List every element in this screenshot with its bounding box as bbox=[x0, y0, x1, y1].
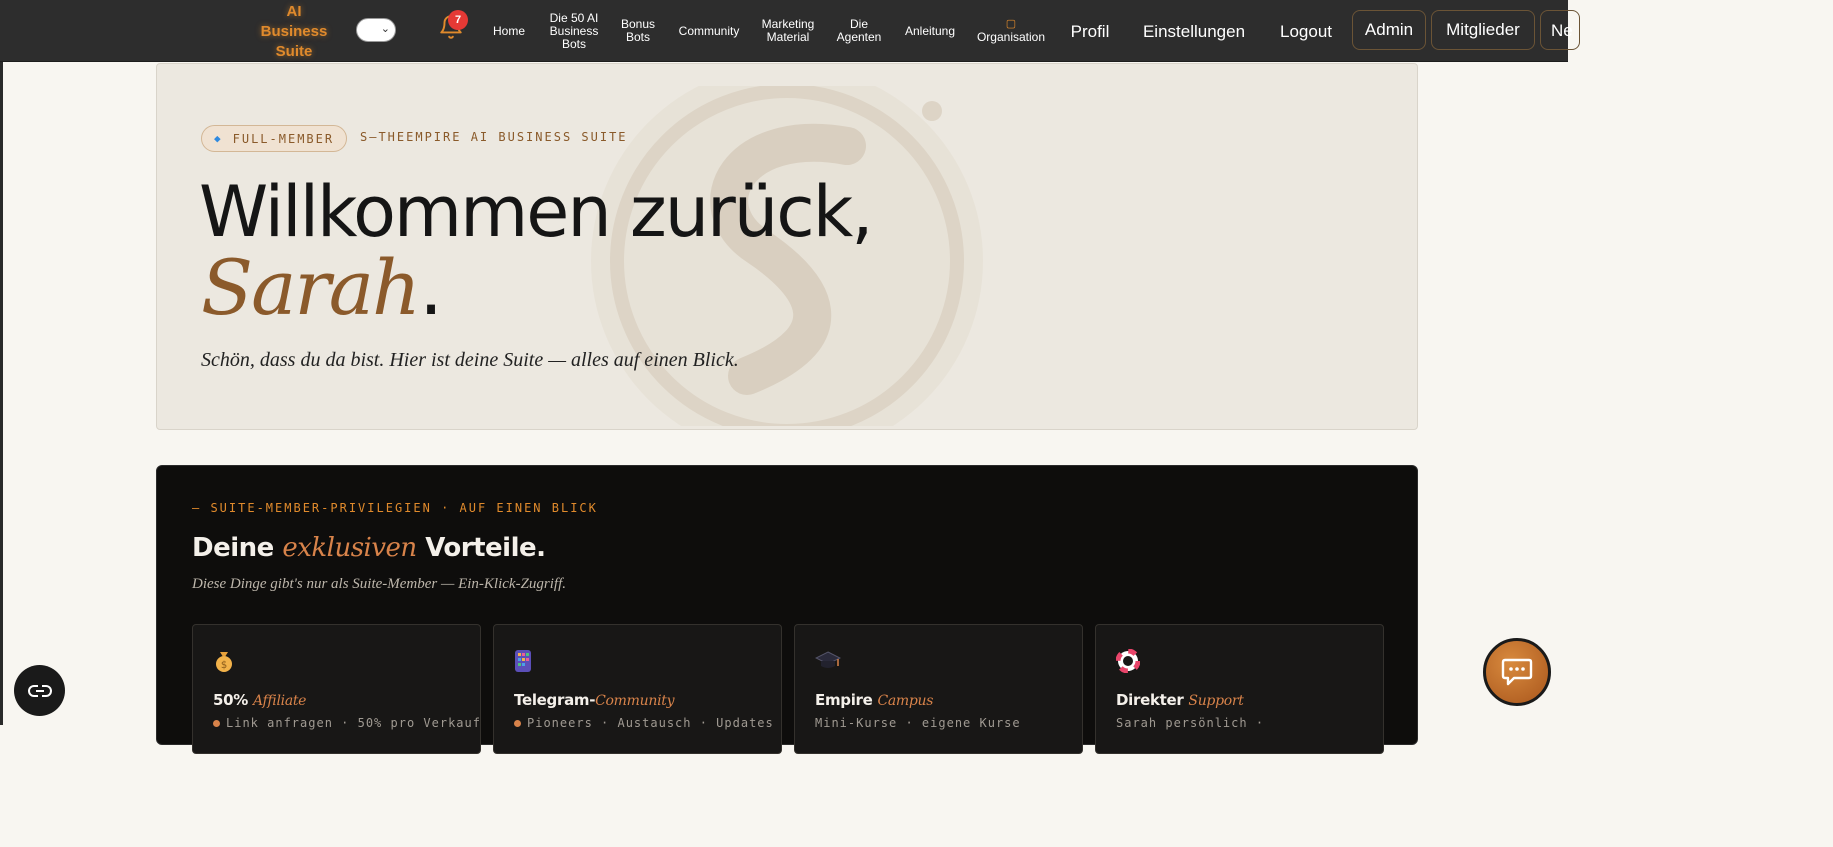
perk-card-affiliate[interactable]: $ 50% Affiliate Link anfragen · 50% pro … bbox=[192, 624, 481, 754]
link-toggle-button[interactable] bbox=[14, 665, 65, 716]
perk-title-main: Empire bbox=[815, 691, 878, 709]
brand-line-2: Business bbox=[260, 23, 328, 40]
welcome-subtitle: Schön, dass du da bist. Hier ist deine S… bbox=[201, 349, 739, 371]
user-name: Sarah bbox=[201, 243, 421, 332]
welcome-name-line: Sarah. bbox=[201, 246, 443, 331]
nav-anleitung[interactable]: Anleitung bbox=[898, 0, 962, 62]
graduation-cap-icon bbox=[814, 649, 842, 677]
nav-label-line: Business bbox=[549, 23, 599, 38]
nav-bonus-bots[interactable]: Bonus Bots bbox=[614, 0, 662, 62]
nav-label-line: Bots bbox=[561, 36, 586, 51]
admin-button[interactable]: Admin bbox=[1352, 10, 1426, 50]
perk-card-support[interactable]: Direkter Support Sarah persönlich · bbox=[1095, 624, 1384, 754]
title-dot: . bbox=[418, 243, 444, 332]
perk-card-desc: Sarah persönlich · bbox=[1116, 716, 1264, 730]
chevron-down-icon: ⌄ bbox=[380, 23, 390, 35]
perk-title-main: Direkter bbox=[1116, 691, 1189, 709]
nav-logout[interactable]: Logout bbox=[1270, 0, 1342, 62]
chat-button[interactable] bbox=[1483, 638, 1551, 706]
perk-title-accent: Community bbox=[595, 693, 675, 709]
perks-eyebrow: — SUITE-MEMBER-PRIVILEGIEN · AUF EINEN B… bbox=[192, 501, 598, 515]
nav-marketing-material[interactable]: Marketing Material bbox=[756, 0, 820, 62]
perks-title-post: Vorteile. bbox=[416, 533, 546, 563]
nav-community-label: Community bbox=[678, 23, 740, 38]
perks-subtitle: Diese Dinge gibt's nur als Suite-Member … bbox=[192, 576, 566, 592]
nav-logout-label: Logout bbox=[1280, 21, 1332, 41]
top-navbar: AI Business Suite ⌄ 7 Home Die 50 AI Bus… bbox=[0, 0, 1580, 62]
theme-toggle[interactable]: ⌄ bbox=[356, 18, 396, 42]
perks-title-accent: exklusiven bbox=[282, 533, 417, 563]
nav-community[interactable]: Community bbox=[676, 0, 742, 62]
perks-title-pre: Deine bbox=[192, 533, 283, 563]
bullet-dot bbox=[514, 720, 521, 727]
perk-card-title: Telegram-Community bbox=[514, 691, 674, 709]
perk-desc-text: Link anfragen · 50% pro Verkauf bbox=[226, 716, 481, 730]
phone-icon bbox=[514, 649, 532, 679]
perk-title-accent: Support bbox=[1188, 693, 1244, 709]
perk-card-title: Empire Campus bbox=[815, 691, 933, 709]
notification-badge: 7 bbox=[448, 10, 468, 30]
link-icon bbox=[27, 684, 52, 697]
perk-card-desc: Mini-Kurse · eigene Kurse bbox=[815, 716, 1021, 730]
nav-die-agenten[interactable]: Die Agenten bbox=[834, 0, 884, 62]
perk-title-main: Telegram- bbox=[514, 691, 596, 709]
svg-text:$: $ bbox=[221, 660, 227, 671]
mitglieder-button[interactable]: Mitglieder bbox=[1431, 10, 1535, 50]
suite-label: S—THEEMPIRE AI BUSINESS SUITE bbox=[360, 130, 628, 144]
nav-label-line: Die 50 AI bbox=[549, 10, 599, 25]
nav-einstellungen-label: Einstellungen bbox=[1142, 21, 1246, 41]
nav-label-line: Bots bbox=[625, 30, 650, 44]
bullet-dot bbox=[213, 720, 220, 727]
gem-icon: ◆ bbox=[214, 132, 223, 145]
perk-desc-text: Mini-Kurse · eigene Kurse bbox=[815, 716, 1021, 730]
nav-einstellungen[interactable]: Einstellungen bbox=[1132, 0, 1256, 62]
chat-bubble-icon bbox=[1501, 658, 1533, 686]
brand-line-3: Suite bbox=[275, 43, 313, 60]
nav-home[interactable]: Home bbox=[486, 0, 532, 62]
emblem-watermark-icon bbox=[591, 86, 983, 426]
perk-title-accent: Campus bbox=[877, 693, 934, 709]
brand-logo[interactable]: AI Business Suite bbox=[251, 2, 337, 62]
perk-card-title: 50% Affiliate bbox=[213, 691, 306, 709]
nav-profil-label: Profil bbox=[1070, 21, 1110, 41]
nav-overflow-button[interactable]: Ne bbox=[1540, 10, 1580, 50]
money-bag-icon: $ bbox=[213, 649, 235, 679]
welcome-title: Willkommen zurück, bbox=[199, 171, 873, 253]
perks-title: Deine exklusiven Vorteile. bbox=[192, 533, 546, 563]
nav-anleitung-label: Anleitung bbox=[904, 23, 956, 38]
nav-profil[interactable]: Profil bbox=[1062, 0, 1118, 62]
perk-card-desc: Link anfragen · 50% pro Verkauf bbox=[213, 716, 481, 730]
membership-badge: ◆ FULL-MEMBER bbox=[201, 125, 348, 152]
perk-desc-text: Sarah persönlich · bbox=[1116, 716, 1265, 730]
welcome-hero: ◆ FULL-MEMBER S—THEEMPIRE AI BUSINESS SU… bbox=[156, 63, 1418, 430]
perk-title-accent: Affiliate bbox=[252, 693, 307, 709]
nav-overflow-label: Ne bbox=[1551, 21, 1573, 40]
member-perks-section: — SUITE-MEMBER-PRIVILEGIEN · AUF EINEN B… bbox=[156, 465, 1418, 754]
perk-card-desc: Pioneers · Austausch · Updates bbox=[514, 716, 774, 730]
nav-50-ai-bots[interactable]: Die 50 AI Business Bots bbox=[543, 0, 605, 62]
perk-desc-text: Pioneers · Austausch · Updates bbox=[527, 716, 774, 730]
nav-home-label: Home bbox=[492, 23, 525, 38]
nav-label-line: Material bbox=[766, 30, 810, 44]
perk-card-campus[interactable]: Empire Campus Mini-Kurse · eigene Kurse bbox=[794, 624, 1083, 754]
nav-organisation-label: Organisation bbox=[976, 30, 1046, 44]
lifebuoy-icon bbox=[1115, 648, 1141, 679]
page-edge bbox=[0, 0, 3, 725]
membership-badge-label: FULL-MEMBER bbox=[232, 131, 335, 146]
nav-organisation[interactable]: ▢ Organisation bbox=[974, 0, 1048, 62]
nav-label-line: Agenten bbox=[836, 30, 882, 44]
perk-title-main: 50% bbox=[213, 691, 249, 709]
brand-line-1: AI bbox=[286, 3, 302, 20]
perk-card-telegram[interactable]: Telegram-Community Pioneers · Austausch … bbox=[493, 624, 782, 754]
perk-card-title: Direkter Support bbox=[1116, 691, 1244, 709]
